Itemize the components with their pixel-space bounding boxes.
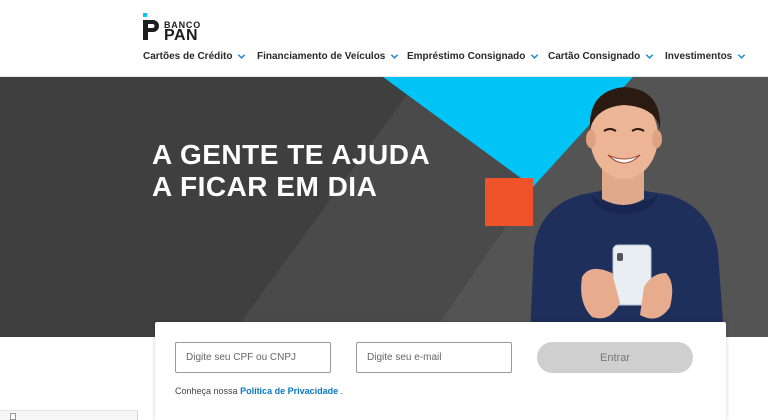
nav-investimentos[interactable]: Investimentos bbox=[665, 51, 746, 62]
chevron-down-icon bbox=[238, 54, 246, 59]
nav-financiamento-de-veiculos[interactable]: Financiamento de Veículos bbox=[257, 51, 399, 62]
chevron-down-icon bbox=[738, 54, 746, 59]
browser-status-bar bbox=[0, 410, 138, 420]
nav-item-label: Investimentos bbox=[665, 51, 733, 62]
hero-banner: A GENTE TE AJUDA A FICAR EM DIA bbox=[0, 77, 768, 337]
privacy-suffix-text: . bbox=[340, 386, 344, 396]
hero-headline-line-2: A FICAR EM DIA bbox=[152, 171, 378, 202]
nav-item-label: Cartão Consignado bbox=[548, 51, 641, 62]
chevron-down-icon bbox=[531, 54, 539, 59]
main-nav: Cartões de Crédito Financiamento de Veíc… bbox=[0, 51, 768, 69]
access-form-card: Entrar Conheça nossa Política de Privaci… bbox=[155, 322, 726, 420]
hero-headline: A GENTE TE AJUDA A FICAR EM DIA bbox=[152, 139, 430, 203]
logo-pan-text: PAN bbox=[164, 27, 199, 44]
hero-headline-line-1: A GENTE TE AJUDA bbox=[152, 139, 431, 170]
privacy-prefix-text: Conheça nossa bbox=[175, 386, 238, 396]
pan-logo-icon bbox=[143, 13, 159, 40]
banco-pan-logo[interactable]: BANCO PAN bbox=[142, 13, 212, 45]
enter-button[interactable]: Entrar bbox=[537, 342, 693, 373]
nav-item-label: Financiamento de Veículos bbox=[257, 51, 386, 62]
email-input[interactable] bbox=[356, 342, 512, 373]
nav-item-label: Cartões de Crédito bbox=[143, 51, 233, 62]
spokesperson-image bbox=[530, 87, 724, 337]
cpf-cnpj-input[interactable] bbox=[175, 342, 331, 373]
privacy-notice: Conheça nossa Política de Privacidade . bbox=[175, 386, 343, 396]
nav-cartoes-de-credito[interactable]: Cartões de Crédito bbox=[143, 51, 246, 62]
nav-emprestimo-consignado[interactable]: Empréstimo Consignado bbox=[407, 51, 539, 62]
document-icon bbox=[10, 413, 16, 420]
chevron-down-icon bbox=[391, 54, 399, 59]
privacy-policy-link[interactable]: Política de Privacidade bbox=[240, 386, 338, 396]
nav-item-label: Empréstimo Consignado bbox=[407, 51, 526, 62]
chevron-down-icon bbox=[646, 54, 654, 59]
site-header: BANCO PAN Cartões de Crédito Financiamen… bbox=[0, 0, 768, 77]
nav-cartao-consignado[interactable]: Cartão Consignado bbox=[548, 51, 654, 62]
